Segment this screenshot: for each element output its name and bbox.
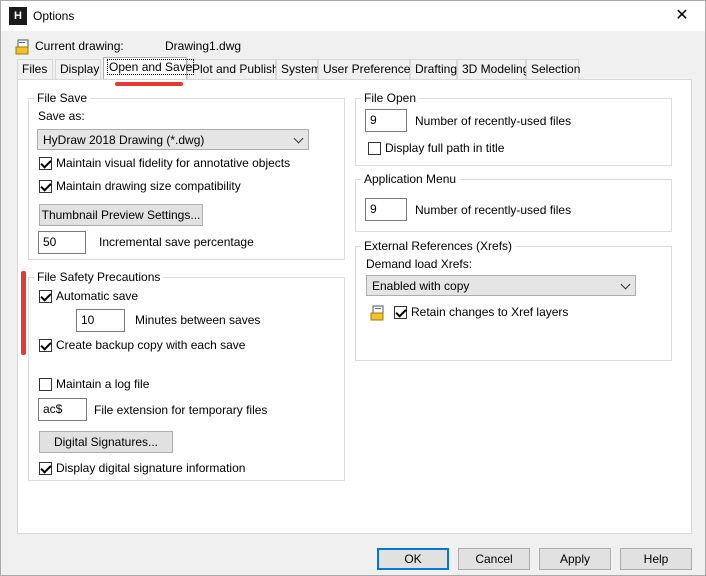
open-and-save-panel: File Save Save as: HyDraw 2018 Drawing (…: [17, 79, 692, 534]
full-path-checkbox[interactable]: [368, 142, 381, 155]
log-file-checkbox[interactable]: [39, 378, 52, 391]
application-menu-group: Application Menu 9 Number of recently-us…: [355, 172, 672, 232]
demand-load-select[interactable]: Enabled with copy: [366, 275, 636, 296]
app-menu-recent-field[interactable]: 9: [365, 198, 407, 221]
tab-files[interactable]: Files: [17, 59, 53, 79]
tab-highlight-underline: [115, 82, 183, 86]
current-drawing-label: Current drawing:: [35, 39, 124, 53]
incremental-save-label: Incremental save percentage: [99, 235, 254, 249]
ok-button[interactable]: OK: [377, 548, 449, 570]
tab-3d-modeling[interactable]: 3D Modeling: [457, 59, 529, 79]
demand-load-value: Enabled with copy: [372, 279, 470, 293]
save-as-select[interactable]: HyDraw 2018 Drawing (*.dwg): [37, 129, 309, 150]
backup-copy-checkbox[interactable]: [39, 339, 52, 352]
backup-copy-label: Create backup copy with each save: [56, 338, 246, 352]
file-open-title: File Open: [361, 91, 420, 105]
app-logo-icon: H: [9, 7, 27, 25]
title-bar: H Options ✕: [1, 1, 705, 31]
save-as-value: HyDraw 2018 Drawing (*.dwg): [43, 133, 205, 147]
minutes-between-saves-label: Minutes between saves: [135, 313, 261, 327]
tab-drafting[interactable]: Drafting: [410, 59, 457, 79]
file-save-group: File Save Save as: HyDraw 2018 Drawing (…: [28, 91, 345, 260]
tab-system[interactable]: System: [276, 59, 321, 79]
display-signature-checkbox[interactable]: [39, 462, 52, 475]
tab-plot-and-publish[interactable]: Plot and Publish: [187, 59, 279, 79]
options-dialog: H Options ✕ Current drawing: Drawing1.dw…: [0, 0, 706, 576]
temp-file-extension-label: File extension for temporary files: [94, 403, 268, 417]
save-as-label: Save as:: [38, 109, 85, 123]
tab-open-and-save[interactable]: Open and Save: [103, 57, 195, 79]
demand-load-label: Demand load Xrefs:: [366, 257, 473, 271]
file-open-recent-field[interactable]: 9: [365, 109, 407, 132]
chevron-down-icon: [620, 279, 631, 290]
xref-layers-icon: [370, 305, 384, 321]
application-menu-title: Application Menu: [361, 172, 460, 186]
size-compat-label: Maintain drawing size compatibility: [56, 179, 241, 193]
minutes-between-saves-field[interactable]: 10: [76, 309, 125, 332]
full-path-label: Display full path in title: [385, 141, 505, 155]
log-file-label: Maintain a log file: [56, 377, 150, 391]
xrefs-title: External References (Xrefs): [361, 239, 516, 253]
cancel-button[interactable]: Cancel: [458, 548, 530, 570]
apply-button[interactable]: Apply: [539, 548, 611, 570]
app-menu-recent-label: Number of recently-used files: [415, 203, 572, 217]
help-button[interactable]: Help: [620, 548, 692, 570]
visual-fidelity-checkbox[interactable]: [39, 157, 52, 170]
tab-selection[interactable]: Selection: [526, 59, 580, 79]
section-highlight-bar: [21, 271, 26, 355]
retain-xref-changes-checkbox[interactable]: [394, 306, 407, 319]
current-drawing-name: Drawing1.dwg: [165, 39, 242, 53]
temp-file-extension-field[interactable]: ac$: [38, 398, 87, 421]
visual-fidelity-label: Maintain visual fidelity for annotative …: [56, 156, 291, 170]
display-signature-label: Display digital signature information: [56, 461, 246, 475]
chevron-down-icon: [293, 133, 304, 144]
file-open-recent-label: Number of recently-used files: [415, 114, 572, 128]
retain-xref-changes-label: Retain changes to Xref layers: [411, 305, 569, 319]
window-title: Options: [33, 9, 75, 23]
close-button[interactable]: ✕: [659, 1, 705, 31]
file-safety-group: File Safety Precautions Automatic save 1…: [28, 270, 345, 481]
digital-signatures-button[interactable]: Digital Signatures...: [39, 431, 173, 453]
autosave-label: Automatic save: [56, 289, 139, 303]
size-compat-checkbox[interactable]: [39, 180, 52, 193]
thumbnail-preview-settings-button[interactable]: Thumbnail Preview Settings...: [39, 204, 203, 226]
drawing-file-icon: [15, 39, 29, 55]
tab-user-preferences[interactable]: User Preferences: [318, 59, 416, 79]
file-open-group: File Open 9 Number of recently-used file…: [355, 91, 672, 166]
file-save-title: File Save: [34, 91, 91, 105]
xrefs-group: External References (Xrefs) Demand load …: [355, 239, 672, 361]
autosave-checkbox[interactable]: [39, 290, 52, 303]
file-safety-title: File Safety Precautions: [34, 270, 164, 284]
incremental-save-field[interactable]: 50: [38, 231, 86, 254]
tab-display[interactable]: Display: [55, 59, 101, 79]
